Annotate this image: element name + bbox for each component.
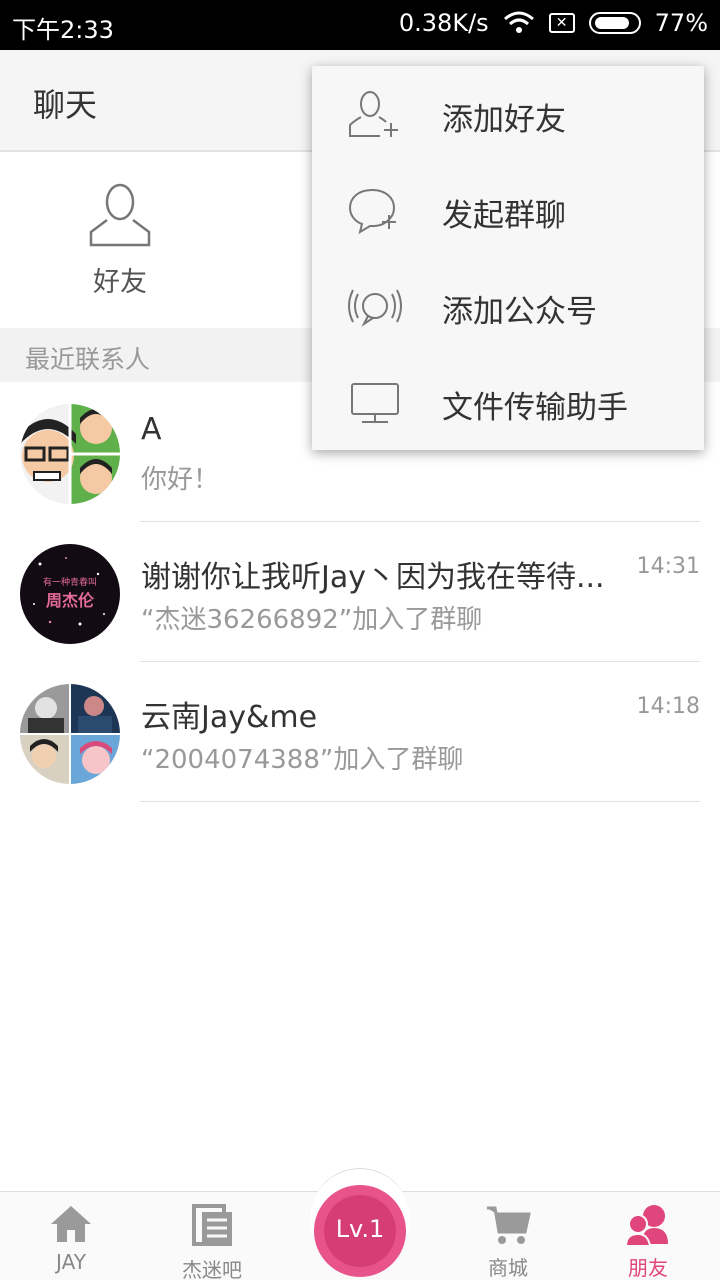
chat-time: 14:18 xyxy=(636,694,700,719)
menu-label: 添加公众号 xyxy=(442,294,597,330)
status-bar: 下午2:33 0.38K/s ✕ 77% xyxy=(0,0,720,50)
chat-time: 14:31 xyxy=(636,554,700,579)
friends-icon xyxy=(624,1205,668,1247)
nav-label: JAY xyxy=(56,1250,86,1274)
avatar: 有一种青春叫 周杰伦 xyxy=(20,544,120,644)
chat-name: 云南Jay&me xyxy=(141,700,318,735)
menu-item-add-official-account[interactable]: 添加公众号 xyxy=(312,258,704,354)
battery-percent: 77% xyxy=(654,9,708,37)
start-group-chat-icon xyxy=(348,189,396,235)
chat-last-message: “2004074388”加入了群聊 xyxy=(141,745,464,775)
level-badge-wrap: Lv.1 xyxy=(310,1168,410,1277)
nav-item-friends[interactable]: 朋友 xyxy=(598,1204,698,1280)
menu-item-file-transfer[interactable]: 文件传输助手 xyxy=(312,354,704,450)
chat-last-message: 你好！ xyxy=(141,465,220,495)
menu-item-add-friend[interactable]: 添加好友 xyxy=(312,66,704,162)
menu-label: 添加好友 xyxy=(442,102,566,138)
recent-contacts-label: 最近联系人 xyxy=(25,345,151,374)
level-button[interactable]: Lv.1 xyxy=(314,1185,406,1277)
forum-icon xyxy=(192,1204,232,1246)
chat-name: A xyxy=(141,412,162,447)
cart-icon xyxy=(487,1206,531,1244)
chat-last-message: “杰迷36266892”加入了群聊 xyxy=(141,605,483,635)
chat-item[interactable]: 云南Jay&me “2004074388”加入了群聊 14:18 xyxy=(0,662,720,802)
chat-item[interactable]: 有一种青春叫 周杰伦 谢谢你让我听Jay丶因为我在等待... “杰迷362668… xyxy=(0,522,720,662)
add-menu-popup: 添加好友 发起群聊 添加公众号 文件传输助手 xyxy=(312,66,704,450)
divider xyxy=(140,801,700,802)
level-label: Lv.1 xyxy=(335,1215,385,1243)
status-time: 下午2:33 xyxy=(12,16,114,44)
home-icon xyxy=(51,1206,91,1242)
avatar xyxy=(20,404,120,504)
nav-label: 杰迷吧 xyxy=(182,1258,242,1280)
friends-entry[interactable]: 好友 xyxy=(70,182,170,299)
page-title: 聊天 xyxy=(33,86,98,124)
menu-item-start-group-chat[interactable]: 发起群聊 xyxy=(312,162,704,258)
avatar-caption: 有一种青春叫 xyxy=(43,576,97,588)
file-transfer-icon xyxy=(351,383,399,423)
nav-label: 商城 xyxy=(488,1256,528,1280)
nav-item-forum[interactable]: 杰迷吧 xyxy=(162,1204,262,1280)
battery-icon xyxy=(588,12,641,34)
network-speed: 0.38K/s xyxy=(398,9,489,37)
nav-item-shop[interactable]: 商城 xyxy=(458,1204,558,1280)
no-sim-icon: ✕ xyxy=(548,13,575,33)
nav-label: 朋友 xyxy=(628,1256,668,1280)
friends-person-icon xyxy=(89,183,151,247)
chat-name: 谢谢你让我听Jay丶因为我在等待... xyxy=(141,560,605,595)
menu-label: 发起群聊 xyxy=(442,198,566,234)
wifi-icon xyxy=(503,11,534,33)
add-friend-icon xyxy=(349,91,398,137)
svg-text:周杰伦: 周杰伦 xyxy=(46,591,95,610)
add-official-account-icon xyxy=(348,289,402,327)
avatar xyxy=(20,684,120,784)
nav-item-jay[interactable]: JAY xyxy=(21,1204,121,1274)
menu-label: 文件传输助手 xyxy=(442,390,628,426)
friends-label: 好友 xyxy=(93,267,147,298)
